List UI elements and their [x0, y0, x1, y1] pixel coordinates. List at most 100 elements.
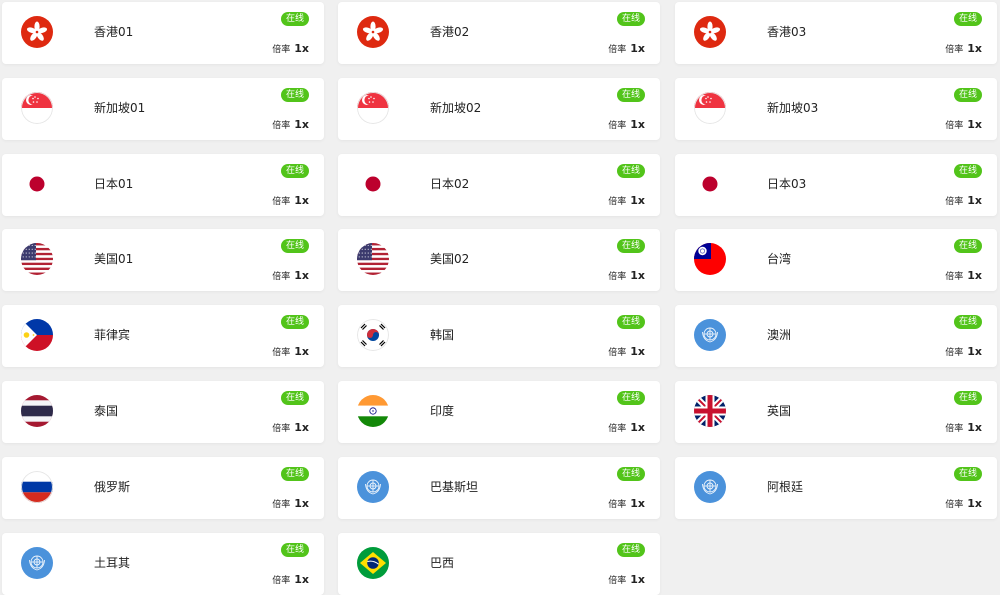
rate-value: 1x	[630, 572, 645, 586]
status-badge: 在线	[280, 12, 309, 26]
rate-label: 倍率	[608, 120, 627, 131]
status-badge: 在线	[280, 163, 309, 178]
server-card[interactable]: 日本02 在线 倍率 1x	[338, 153, 660, 216]
server-card[interactable]: 巴西 在线 倍率 1x	[338, 532, 660, 595]
status-badge: 在线	[280, 239, 309, 254]
server-card[interactable]: 印度 在线 倍率 1x	[338, 381, 660, 443]
server-card[interactable]: 香港02 在线倍率 1x	[338, 2, 660, 64]
rate-value: 1x	[967, 42, 982, 55]
server-card[interactable]: 俄罗斯 在线 倍率 1x	[2, 456, 324, 519]
rate-value: 1x	[294, 345, 309, 359]
server-name: 香港02	[430, 25, 470, 39]
rate-value: 1x	[967, 269, 982, 283]
rate-value: 1x	[294, 269, 309, 283]
server-card[interactable]: 巴基斯坦 在线倍率 1x	[338, 456, 660, 519]
server-card[interactable]: 日本01 在线倍率 1x	[2, 153, 324, 216]
server-name: 日本01	[94, 176, 134, 191]
rate-label: 倍率	[608, 196, 627, 207]
thailand-flag-icon	[21, 395, 53, 427]
rate-info: 倍率 1x	[945, 192, 982, 209]
server-card[interactable]: 美国02 在线倍率 1x	[338, 229, 660, 292]
server-name: 美国02	[430, 252, 470, 267]
status-badge: 在线	[280, 391, 309, 405]
taiwan-flag-icon	[694, 243, 726, 276]
rate-info: 倍率 1x	[608, 116, 645, 133]
status-badge: 在线	[953, 163, 982, 178]
server-card[interactable]: 美国01 在线 倍率 1x	[2, 229, 324, 292]
server-name: 英国	[767, 404, 792, 418]
status-badge: 在线	[616, 391, 645, 405]
singapore-flag-icon	[357, 91, 389, 124]
rate-info: 倍率 1x	[945, 495, 982, 512]
japan-flag-icon	[357, 167, 389, 200]
server-name: 香港03	[767, 25, 807, 39]
rate-label: 倍率	[608, 575, 627, 586]
rate-label: 倍率	[272, 575, 291, 586]
rate-info: 倍率 1x	[608, 571, 645, 588]
server-card[interactable]: 香港01 在线倍率 1x	[2, 2, 324, 64]
rate-label: 倍率	[272, 348, 291, 359]
rate-label: 倍率	[945, 424, 964, 434]
status-badge: 在线	[616, 87, 645, 102]
rate-label: 倍率	[608, 499, 627, 510]
rate-info: 倍率 1x	[608, 192, 645, 209]
russia-flag-icon	[21, 470, 53, 503]
philippines-flag-icon	[21, 319, 53, 352]
rate-label: 倍率	[272, 196, 291, 207]
server-card[interactable]: 台湾 在线 倍率 1x	[675, 229, 997, 292]
rate-value: 1x	[967, 345, 982, 359]
server-card[interactable]: 英国 在线倍率 1x	[675, 381, 997, 443]
rate-value: 1x	[630, 496, 645, 510]
status-badge: 在线	[280, 87, 309, 102]
rate-value: 1x	[294, 117, 309, 131]
status-badge: 在线	[953, 391, 982, 405]
united-nations-flag-icon	[357, 470, 389, 503]
status-badge: 在线	[616, 12, 645, 26]
server-card[interactable]: 阿根廷 在线 倍率 1x	[675, 456, 997, 519]
status-badge: 在线	[616, 163, 645, 178]
server-card[interactable]: 新加坡01 在线 倍率 1x	[2, 77, 324, 140]
rate-value: 1x	[630, 193, 645, 207]
server-name: 香港01	[94, 25, 134, 39]
server-name: 韩国	[430, 328, 455, 343]
rate-value: 1x	[294, 193, 309, 207]
status-badge: 在线	[953, 87, 982, 102]
usa-flag-icon	[357, 243, 389, 276]
rate-info: 倍率 1x	[608, 40, 645, 57]
rate-info: 倍率 1x	[608, 267, 645, 284]
status-badge: 在线	[280, 466, 309, 481]
server-grid: 香港01 在线 倍率 1x 香港02 在线 倍率 1x 香港03 在线 倍率 1x 新加坡01 在线 倍率 1…	[0, 0, 1000, 595]
japan-flag-icon	[694, 167, 726, 200]
server-card[interactable]: 澳洲 在线 倍率 1x	[675, 305, 997, 368]
status-badge: 在线	[280, 315, 309, 330]
rate-value: 1x	[630, 269, 645, 283]
server-card[interactable]: 泰国 在线 倍率 1x	[2, 381, 324, 443]
server-card[interactable]: 新加坡02 在线 倍率 1x	[338, 77, 660, 140]
server-name: 澳洲	[767, 328, 792, 343]
server-name: 新加坡01	[94, 100, 146, 115]
server-card[interactable]: 菲律宾 在线倍率 1x	[2, 305, 324, 368]
status-badge: 在线	[953, 239, 982, 254]
rate-label: 倍率	[945, 196, 964, 207]
rate-info: 倍率 1x	[608, 343, 645, 360]
server-card[interactable]: 韩国 在线 倍率 1x	[338, 305, 660, 368]
status-badge: 在线	[616, 239, 645, 254]
server-card[interactable]: 香港03 在线 倍率 1x	[675, 2, 997, 64]
server-card[interactable]: 日本03 在线 倍率 1x	[675, 153, 997, 216]
rate-label: 倍率	[945, 348, 964, 359]
rate-info: 倍率 1x	[272, 571, 309, 588]
rate-value: 1x	[294, 496, 309, 510]
rate-info: 倍率 1x	[272, 267, 309, 284]
server-name: 巴基斯坦	[430, 479, 479, 494]
rate-info: 倍率 1x	[945, 267, 982, 284]
server-card[interactable]: 新加坡03 在线 倍率 1x	[675, 77, 997, 140]
rate-value: 1x	[294, 421, 309, 434]
server-name: 菲律宾	[94, 328, 131, 343]
rate-info: 倍率 1x	[272, 40, 309, 57]
server-card[interactable]: 土耳其 在线 倍率 1x	[2, 532, 324, 595]
rate-label: 倍率	[608, 272, 627, 283]
rate-value: 1x	[967, 421, 982, 434]
status-badge: 在线	[616, 466, 645, 481]
rate-label: 倍率	[945, 272, 964, 283]
rate-value: 1x	[967, 117, 982, 131]
